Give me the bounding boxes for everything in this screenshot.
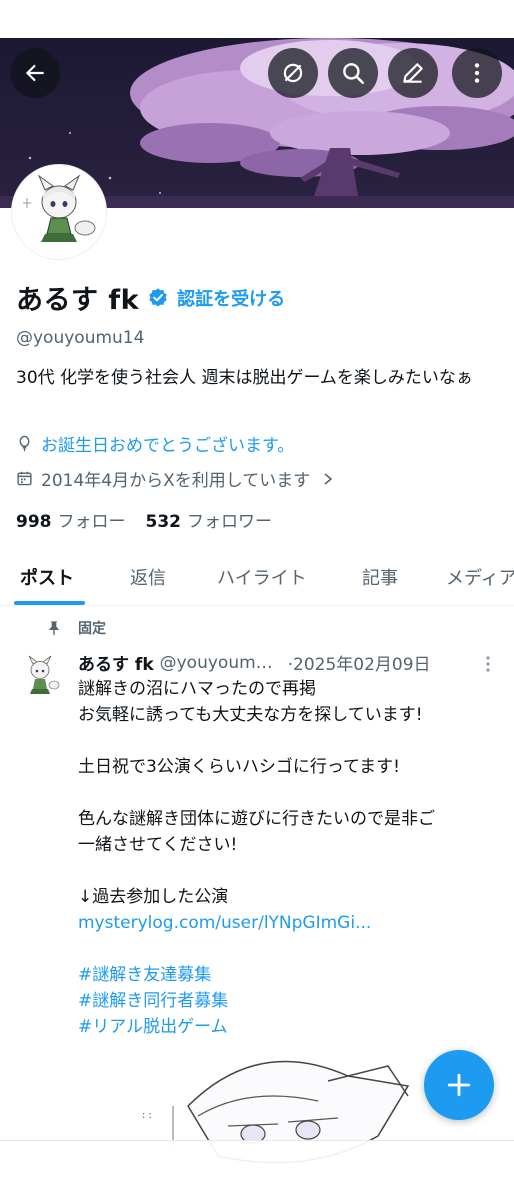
hashtag-link[interactable]: #謎解き同行者募集: [78, 988, 502, 1014]
birthday-row: お誕生日おめでとうございます。: [16, 431, 294, 456]
profile-avatar[interactable]: [12, 165, 106, 259]
svg-text:: :: : :: [142, 1110, 152, 1121]
hashtag-link[interactable]: #謎解き友達募集: [78, 962, 502, 988]
balloon-icon: [19, 435, 30, 452]
followers-count[interactable]: 532: [146, 512, 182, 532]
pinned-label: 固定: [78, 621, 106, 637]
pin-icon: [49, 621, 59, 636]
status-bar: [0, 0, 514, 38]
tab-replies[interactable]: 返信: [130, 564, 166, 590]
display-name: あるす fk: [16, 285, 140, 316]
active-tab-indicator: [14, 601, 85, 605]
post-text-line: ↓過去参加した公演: [78, 887, 229, 907]
back-button[interactable]: [10, 48, 60, 98]
post-text-blank: [78, 936, 502, 962]
compose-post-button[interactable]: [424, 1050, 494, 1120]
more-vertical-icon: [474, 63, 480, 83]
edit-button[interactable]: [388, 48, 438, 98]
joined-text: 2014年4月からXを利用しています: [41, 471, 311, 491]
following-label[interactable]: フォロー: [58, 512, 126, 532]
post-author-handle[interactable]: @youyoumu14: [160, 653, 280, 673]
get-verified-link[interactable]: 認証を受ける: [177, 285, 285, 311]
post-text-line: 色んな謎解き団体に遊びに行きたいので是非ご: [78, 809, 435, 829]
post-text-blank: [78, 858, 502, 884]
post-text-line: 土日祝で3公演くらいハシゴに行ってます!: [78, 757, 400, 777]
post-more-icon[interactable]: [478, 654, 498, 674]
followers-label[interactable]: フォロワー: [187, 512, 272, 532]
post-text[interactable]: 謎解きの沼にハマったので再掲 お気軽に誘っても大丈夫な方を探しています! 土日祝…: [78, 676, 502, 1040]
post-date[interactable]: ·2025年02月09日: [288, 650, 431, 675]
post-link[interactable]: mysterylog.com/user/lYNpGImGi...: [78, 910, 502, 936]
post-text-blank: [78, 780, 502, 806]
tab-highlights[interactable]: ハイライト: [217, 564, 307, 590]
plus-icon: [447, 1073, 471, 1097]
post-author-name[interactable]: あるす fk: [78, 650, 154, 675]
post-text-line: 謎解きの沼にハマったので再掲: [78, 679, 316, 699]
birthday-text[interactable]: お誕生日おめでとうございます。: [41, 431, 294, 456]
tab-posts[interactable]: ポスト: [20, 564, 74, 590]
calendar-icon: [17, 471, 32, 486]
tab-media[interactable]: メディア: [446, 564, 514, 590]
profile-tabs: ポスト 返信 ハイライト 記事 メディア: [0, 550, 514, 606]
joined-row[interactable]: 2014年4月からXを利用しています: [16, 466, 342, 491]
post-text-blank: [78, 728, 502, 754]
pinned-indicator: 固定: [46, 618, 106, 638]
follow-stats: 998 フォロー 532 フォロワー: [16, 507, 272, 532]
more-button[interactable]: [452, 48, 502, 98]
profile-handle: @youyoumu14: [16, 328, 145, 348]
chevron-right-icon: [324, 472, 333, 485]
bottom-navigation-bar: [0, 1140, 514, 1199]
verified-badge-icon[interactable]: [147, 287, 169, 309]
hashtag-link[interactable]: #リアル脱出ゲーム: [78, 1014, 502, 1040]
search-icon: [343, 63, 365, 85]
tab-articles[interactable]: 記事: [362, 564, 398, 590]
grok-button[interactable]: [268, 48, 318, 98]
post-text-line: 一緒させてください!: [78, 835, 238, 855]
profile-bio: 30代 化学を使う社会人 週末は脱出ゲームを楽しみたいなぁ: [16, 368, 473, 388]
search-button[interactable]: [328, 48, 378, 98]
post-header: あるす fk @youyoumu14 ·2025年02月09日: [78, 650, 498, 676]
edit-icon: [403, 63, 423, 83]
post-author-avatar[interactable]: [16, 652, 64, 700]
arrow-left-icon: [25, 64, 44, 82]
grok-icon: [283, 63, 303, 83]
post-text-line: お気軽に誘っても大丈夫な方を探しています!: [78, 705, 423, 725]
profile-name-row: あるす fk 認証を受ける: [16, 278, 285, 317]
following-count[interactable]: 998: [16, 512, 52, 532]
